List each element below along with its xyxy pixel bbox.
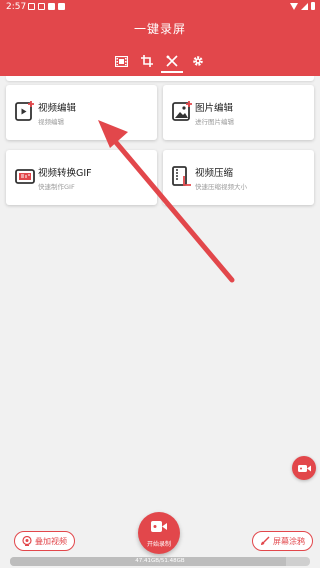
- status-bar: 2:57: [0, 0, 320, 14]
- card-subtitle: 进行图片编辑: [195, 118, 234, 126]
- floating-record-button[interactable]: [292, 456, 316, 480]
- notification-icon: [38, 3, 45, 10]
- film-icon: [114, 55, 128, 67]
- notification-icon: [48, 3, 55, 10]
- tab-bar: [0, 50, 320, 76]
- gear-icon: [193, 56, 203, 66]
- system-icons: [290, 2, 315, 10]
- storage-usage-bar: 47.41GB/51.48GB: [10, 557, 310, 566]
- overlay-video-icon: [22, 536, 32, 546]
- signal-icon: [301, 2, 308, 10]
- overlay-video-label: 叠加视频: [35, 536, 67, 546]
- status-time: 2:57: [6, 2, 27, 12]
- card-title: 图片编辑: [195, 103, 234, 114]
- wifi-icon: [290, 2, 298, 10]
- card-subtitle: 快速压缩视频大小: [195, 183, 247, 191]
- app-header: 2:57 一键录屏: [0, 0, 320, 76]
- card-video-edit[interactable]: 视频编辑 视频编辑: [6, 85, 157, 140]
- notification-icons: [28, 3, 65, 10]
- tab-settings[interactable]: [189, 52, 207, 70]
- crop-icon: [141, 55, 153, 67]
- gif-icon: [15, 169, 35, 184]
- app-title: 一键录屏: [133, 22, 186, 36]
- active-tab-indicator: [161, 71, 183, 73]
- battery-icon: [311, 2, 315, 10]
- scrolled-card-edge: [6, 76, 314, 81]
- card-subtitle: 视频编辑: [38, 118, 64, 126]
- tab-crop[interactable]: [138, 52, 156, 70]
- brush-icon: [261, 536, 270, 545]
- overlay-video-button[interactable]: 叠加视频: [14, 531, 75, 551]
- notification-icon: [28, 3, 35, 10]
- compress-icon: [172, 166, 191, 186]
- card-video-compress[interactable]: 视频压缩 快速压缩视频大小: [163, 150, 314, 205]
- screen-doodle-button[interactable]: 屏幕涂鸦: [252, 531, 313, 551]
- tab-tools[interactable]: [163, 52, 181, 70]
- notification-icon: [58, 3, 65, 10]
- card-image-edit[interactable]: 图片编辑 进行图片编辑: [163, 85, 314, 140]
- start-recording-button[interactable]: 开始录制: [138, 512, 180, 554]
- card-title: 视频压缩: [195, 168, 234, 179]
- video-camera-icon: [297, 464, 311, 472]
- tab-video[interactable]: [112, 52, 130, 70]
- video-camera-icon: [151, 521, 167, 532]
- card-title: 视频转换GIF: [38, 168, 92, 179]
- tools-icon: [166, 55, 178, 67]
- card-title: 视频编辑: [38, 103, 77, 114]
- card-video-to-gif[interactable]: 视频转换GIF 快速制作GIF: [6, 150, 157, 205]
- image-edit-icon: [172, 101, 192, 121]
- card-subtitle: 快速制作GIF: [38, 183, 75, 191]
- storage-usage-text: 47.41GB/51.48GB: [135, 558, 185, 564]
- start-recording-label: 开始录制: [146, 541, 171, 548]
- screen-doodle-label: 屏幕涂鸦: [273, 536, 305, 546]
- video-edit-icon: [15, 101, 34, 121]
